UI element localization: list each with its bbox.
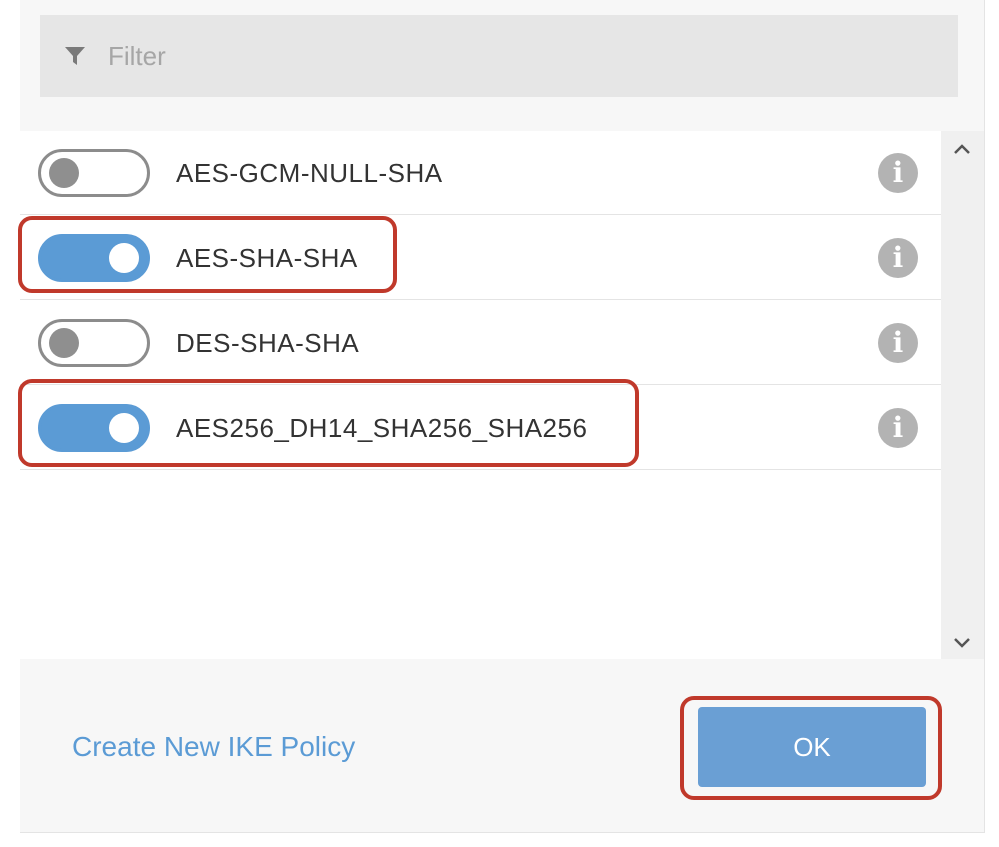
policy-toggle[interactable] xyxy=(38,404,150,452)
policy-list: AES-GCM-NULL-SHA i AES-SHA-SHA i DES-SHA… xyxy=(20,131,941,659)
policy-toggle[interactable] xyxy=(38,149,150,197)
policy-row: AES-GCM-NULL-SHA i xyxy=(20,131,941,215)
info-icon[interactable]: i xyxy=(878,153,918,193)
scroll-up-icon[interactable] xyxy=(951,139,973,161)
toggle-knob xyxy=(49,328,79,358)
info-icon[interactable]: i xyxy=(878,323,918,363)
create-new-ike-policy-link[interactable]: Create New IKE Policy xyxy=(72,731,355,763)
policy-label: DES-SHA-SHA xyxy=(176,328,360,358)
policy-row: AES-SHA-SHA i xyxy=(20,216,941,300)
scroll-down-icon[interactable] xyxy=(951,631,973,653)
ok-button[interactable]: OK xyxy=(698,707,926,787)
info-icon[interactable]: i xyxy=(878,238,918,278)
policy-toggle[interactable] xyxy=(38,234,150,282)
policy-label: AES-SHA-SHA xyxy=(176,243,358,273)
toggle-knob xyxy=(49,158,79,188)
policy-row: DES-SHA-SHA i xyxy=(20,301,941,385)
filter-icon xyxy=(64,45,86,67)
policy-label: AES-GCM-NULL-SHA xyxy=(176,158,443,188)
list-scrollbar[interactable] xyxy=(941,131,984,659)
policy-toggle[interactable] xyxy=(38,319,150,367)
toggle-knob xyxy=(109,243,139,273)
filter-input[interactable] xyxy=(106,39,910,73)
info-icon[interactable]: i xyxy=(878,408,918,448)
policy-row: AES256_DH14_SHA256_SHA256 i xyxy=(20,386,941,470)
policy-label: AES256_DH14_SHA256_SHA256 xyxy=(176,413,588,443)
toggle-knob xyxy=(109,413,139,443)
filter-bar[interactable] xyxy=(40,15,958,97)
